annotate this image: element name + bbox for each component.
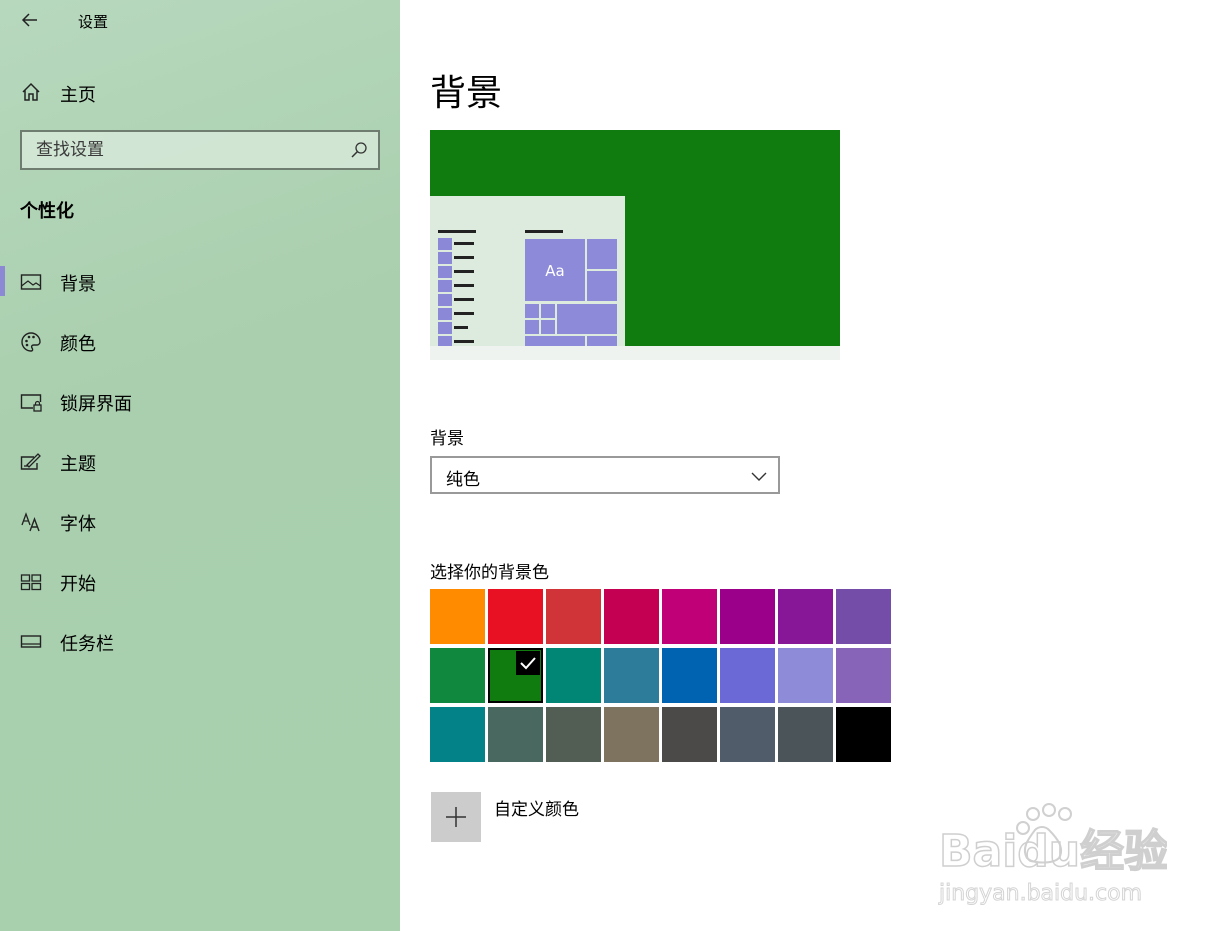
main-content: 背景 Aa 背景 纯色 选择你的背景色 自定义颜色 [400,0,1225,931]
dropdown-value: 纯色 [446,470,480,490]
sidebar-item-label: 锁屏界面 [60,394,132,415]
sidebar-item-colors[interactable]: 颜色 [0,321,400,361]
color-swatch[interactable] [836,707,891,762]
custom-color-button[interactable] [431,792,481,842]
sidebar: 设置 主页 个性化 背景 颜色 [0,0,400,931]
color-swatch[interactable] [604,648,659,703]
color-swatch[interactable] [430,707,485,762]
color-swatch[interactable] [778,589,833,644]
color-swatch[interactable] [778,648,833,703]
sidebar-item-lock-screen[interactable]: 锁屏界面 [0,381,400,421]
color-swatch[interactable] [546,707,601,762]
color-swatch[interactable] [662,648,717,703]
plus-icon [446,807,466,827]
preview-start-menu: Aa [430,196,625,348]
page-title: 背景 [430,73,503,114]
background-type-dropdown[interactable]: 纯色 [430,456,780,494]
colors-label: 选择你的背景色 [430,563,549,583]
color-swatch[interactable] [720,648,775,703]
preview-taskbar [430,346,840,360]
color-swatch[interactable] [778,707,833,762]
color-swatch[interactable] [662,589,717,644]
section-title: 个性化 [20,201,74,222]
lock-screen-icon [20,394,42,412]
selection-indicator [0,266,5,296]
background-label: 背景 [430,429,464,449]
sidebar-item-label: 字体 [60,514,96,535]
home-icon [22,82,40,101]
chevron-down-icon [751,472,767,481]
sidebar-item-label: 开始 [60,574,96,595]
watermark-text: Baidu经验 [939,826,1167,877]
sidebar-item-background[interactable]: 背景 [0,261,400,301]
image-icon [20,274,42,290]
color-swatch[interactable] [430,589,485,644]
color-swatch[interactable] [430,648,485,703]
sidebar-item-label: 主题 [60,454,96,475]
sidebar-item-taskbar[interactable]: 任务栏 [0,621,400,661]
preview-sample-text: Aa [545,262,565,280]
checkmark-icon [516,651,540,675]
color-swatch[interactable] [488,589,543,644]
background-preview: Aa [430,130,840,360]
color-swatch[interactable] [488,707,543,762]
color-swatch[interactable] [546,648,601,703]
sidebar-item-start[interactable]: 开始 [0,561,400,601]
search-box [20,130,380,170]
color-swatch[interactable] [546,589,601,644]
app-title: 设置 [78,13,109,31]
sidebar-item-label: 背景 [60,274,96,295]
color-swatch[interactable] [836,648,891,703]
search-input[interactable] [22,140,332,160]
palette-icon [21,332,41,352]
color-swatch[interactable] [662,707,717,762]
color-swatch[interactable] [836,589,891,644]
watermark-subtext: jingyan.baidu.com [938,881,1142,906]
back-arrow-icon [21,13,37,27]
sidebar-item-label: 任务栏 [60,634,114,655]
sidebar-item-label: 主页 [60,85,96,106]
color-swatch[interactable] [604,707,659,762]
color-swatch[interactable] [604,589,659,644]
sidebar-item-home[interactable]: 主页 [0,72,400,112]
custom-color-label[interactable]: 自定义颜色 [494,795,579,820]
sidebar-item-label: 颜色 [60,334,96,355]
taskbar-icon [20,635,42,648]
back-button[interactable] [18,8,42,32]
color-swatch-grid [430,589,892,763]
search-icon[interactable] [350,141,368,159]
start-icon [20,574,42,591]
theme-icon [20,453,41,470]
font-icon [21,512,40,532]
color-swatch[interactable] [720,589,775,644]
color-swatch-selected[interactable] [488,648,543,703]
color-swatch[interactable] [720,707,775,762]
baidu-watermark: Baidu经验 jingyan.baidu.com [938,803,1167,907]
sidebar-item-themes[interactable]: 主题 [0,441,400,481]
sidebar-item-fonts[interactable]: 字体 [0,501,400,541]
title-bar: 设置 [0,0,400,40]
